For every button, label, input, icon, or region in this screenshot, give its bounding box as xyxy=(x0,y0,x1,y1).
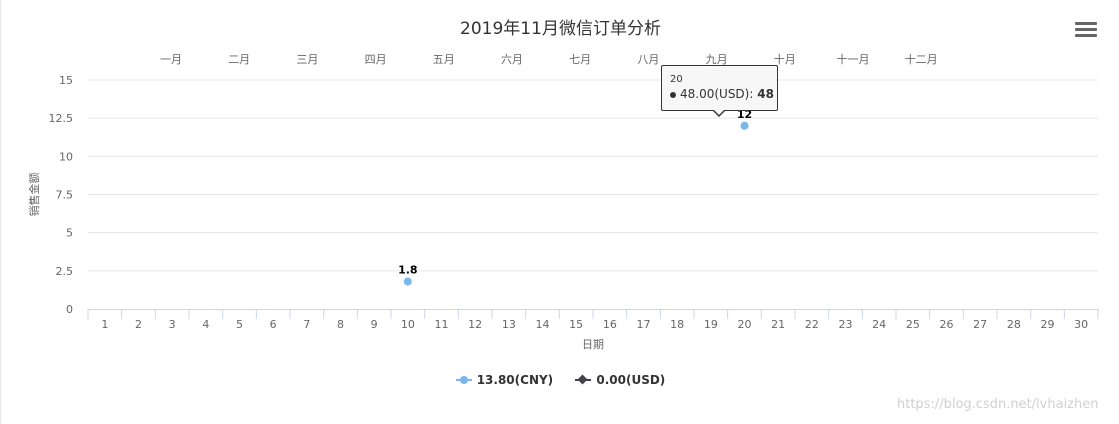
x-tick-label: 1 xyxy=(101,318,108,331)
legend-item-cny[interactable]: 13.80(CNY) xyxy=(455,372,554,387)
x-tick-label: 11 xyxy=(435,318,449,331)
x-tick-label: 3 xyxy=(169,318,176,331)
top-axis-label: 十月 xyxy=(774,52,796,66)
x-tick-label: 7 xyxy=(303,318,310,331)
x-tick-label: 9 xyxy=(371,318,378,331)
x-tick-label: 4 xyxy=(202,318,209,331)
x-tick-label: 22 xyxy=(805,318,819,331)
data-point xyxy=(403,277,412,286)
top-axis-label: 七月 xyxy=(569,53,591,66)
top-axis-label: 十一月 xyxy=(837,52,870,66)
top-axis-label: 一月 xyxy=(160,53,182,66)
top-axis-label: 五月 xyxy=(433,53,455,66)
y-tick-label: 5 xyxy=(66,227,73,240)
tooltip-value: 48 xyxy=(757,87,774,101)
x-tick-label: 29 xyxy=(1041,318,1055,331)
legend-item-usd[interactable]: 0.00(USD) xyxy=(575,373,665,387)
top-axis-label: 三月 xyxy=(296,53,318,66)
y-tick-label: 12.5 xyxy=(49,112,74,125)
tooltip-series-dot xyxy=(670,91,676,98)
x-tick-label: 10 xyxy=(401,318,415,331)
top-axis-label: 六月 xyxy=(501,53,523,66)
x-tick-label: 8 xyxy=(337,318,344,331)
legend-cny-symbol xyxy=(455,375,472,385)
x-tick-label: 27 xyxy=(973,318,987,331)
legend-usd-label: 0.00(USD) xyxy=(596,372,666,387)
tooltip-header: 20 xyxy=(670,74,683,85)
x-tick-label: 19 xyxy=(704,318,718,331)
y-tick-label: 0 xyxy=(66,303,73,316)
y-tick-label: 2.5 xyxy=(56,265,74,278)
x-tick-label: 12 xyxy=(468,318,482,331)
top-axis-label: 二月 xyxy=(228,53,250,66)
x-tick-label: 30 xyxy=(1074,318,1088,331)
top-axis-label: 四月 xyxy=(365,53,387,66)
data-label: 1.8 xyxy=(398,264,418,277)
legend-cny-label: 13.80(CNY) xyxy=(476,372,554,387)
chart-plot: 02.557.51012.5151 2 3 4 5 6 7 8 9 10 11 12 13 14 15 16 1… xyxy=(27,52,1099,351)
chart-legend: 13.80(CNY) 0.00(USD) xyxy=(1,372,1119,387)
x-tick-label: 2 xyxy=(135,318,142,331)
x-tick-label: 14 xyxy=(536,318,550,331)
y-tick-label: 7.5 xyxy=(56,189,74,202)
x-tick-label: 6 xyxy=(270,318,277,331)
y-tick-label: 10 xyxy=(59,150,73,163)
tooltip-series-name: 48.00(USD) xyxy=(680,87,750,101)
legend-usd-symbol xyxy=(575,374,592,385)
top-axis-label: 十二月 xyxy=(905,52,938,66)
tooltip-arrow-inner xyxy=(713,109,725,115)
chart-tooltip: 20 48.00(USD): 48 xyxy=(661,65,778,111)
x-tick-label: 18 xyxy=(670,318,684,331)
x-tick-label: 24 xyxy=(872,318,886,331)
x-tick-label: 21 xyxy=(771,318,785,331)
y-tick-label: 15 xyxy=(59,74,73,87)
x-tick-label: 26 xyxy=(940,318,954,331)
x-tick-label: 25 xyxy=(906,318,920,331)
x-tick-label: 5 xyxy=(236,318,243,331)
data-point xyxy=(740,121,749,130)
x-tick-label: 15 xyxy=(569,318,583,331)
chart-container: 2019年11月微信订单分析 0 2.5 5 7.5 10 12.5 15 1 2 3 4 5 6 7 8 9… xyxy=(0,0,1119,424)
x-tick-label: 23 xyxy=(839,318,853,331)
watermark-text: https://blog.csdn.net/lvhaizhen xyxy=(897,397,1099,412)
x-tick-label: 17 xyxy=(637,318,651,331)
x-tick-label: 16 xyxy=(603,318,617,331)
top-axis-label: 八月 xyxy=(637,53,659,66)
x-tick-label: 28 xyxy=(1007,318,1021,331)
y-axis-title: 销售金额 xyxy=(27,173,41,217)
x-tick-label: 20 xyxy=(738,318,752,331)
x-axis-title: 日期 xyxy=(582,338,604,351)
x-tick-label: 13 xyxy=(502,318,516,331)
